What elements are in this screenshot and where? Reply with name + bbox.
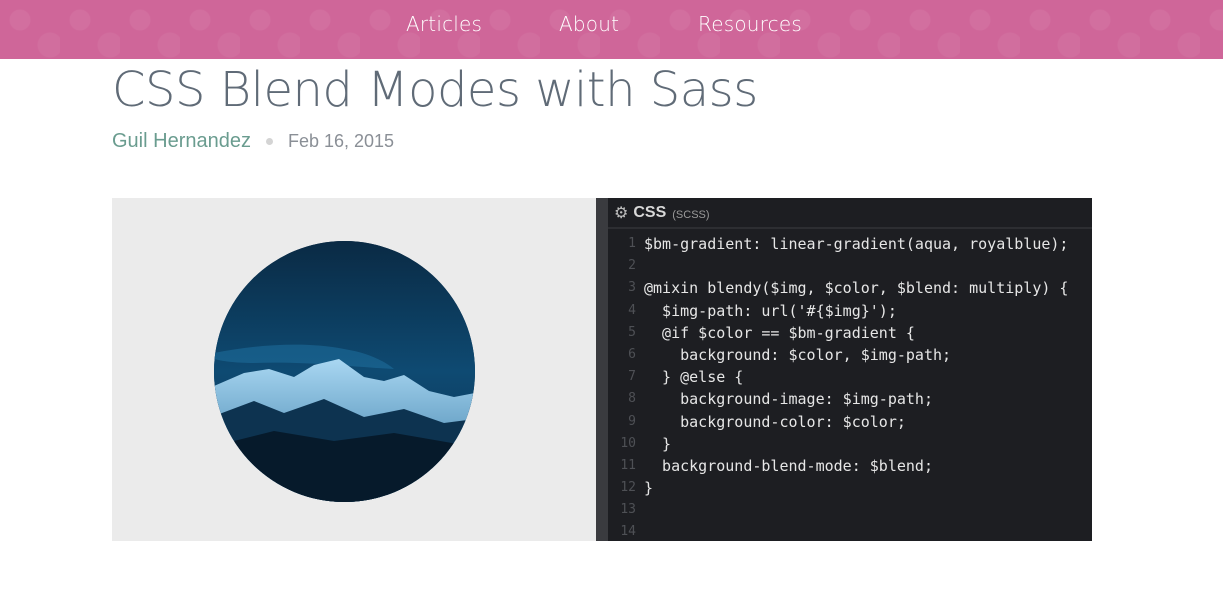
line-number: 2 [628, 258, 636, 274]
line-number: 5 [628, 324, 636, 340]
code-block: 1 $bm-gradient: linear-gradient(aqua, roy… [608, 233, 1092, 541]
code-text: @mixin blendy($img, $color, $blend: mult… [644, 279, 1069, 298]
hero-image: ⚙ CSS (SCSS) 1 $bm-gradient: linear-gradi… [112, 198, 1092, 541]
line-number: 4 [628, 302, 636, 318]
code-line: 12} [608, 477, 1092, 499]
blend-preview-panel [112, 198, 596, 541]
code-text: background: $color, $img-path; [644, 345, 952, 364]
nav-link-resources[interactable]: Resources [698, 12, 802, 36]
code-line: 3 @mixin blendy($img, $color, $blend: mul… [608, 277, 1092, 299]
editor-divider [608, 227, 1092, 229]
code-text: $bm-gradient: linear-gradient(aqua, roya… [644, 235, 1069, 253]
code-text: } [644, 479, 654, 498]
line-number: 11 [620, 457, 636, 473]
line-number: 12 [620, 480, 636, 496]
code-line: 7 } @else { [608, 366, 1092, 388]
code-line: 9 background-color: $color; [608, 411, 1092, 433]
article-title: CSS Blend Modes with Sass [112, 62, 758, 118]
code-text: background-color: $color; [644, 412, 906, 431]
code-text: background-blend-mode: $blend; [644, 456, 933, 475]
meta-separator-dot [265, 137, 273, 145]
editor-language-sublabel: (SCSS) [672, 208, 710, 221]
editor-header: ⚙ CSS (SCSS) [614, 203, 710, 223]
top-navigation: Articles About Resources [0, 0, 1223, 59]
editor-language-label: CSS [633, 204, 667, 221]
code-editor-panel: ⚙ CSS (SCSS) 1 $bm-gradient: linear-gradi… [596, 198, 1092, 541]
editor-side-strip [596, 198, 608, 541]
code-text: $img-path: url('#{$img}'); [644, 301, 897, 320]
code-line: 2 [608, 255, 1092, 277]
code-line: 10 } [608, 433, 1092, 455]
code-text: @if $color == $bm-gradient { [644, 323, 915, 342]
publish-date: Feb 16, 2015 [287, 130, 395, 151]
line-number: 1 [628, 236, 636, 251]
line-number: 14 [620, 524, 636, 540]
code-line: 11 background-blend-mode: $blend; [608, 455, 1092, 477]
nav-link-about[interactable]: About [559, 12, 619, 36]
code-text: background-image: $img-path; [644, 390, 933, 409]
mountain-photo-circle [214, 241, 475, 502]
code-line: 1 $bm-gradient: linear-gradient(aqua, roy… [608, 233, 1092, 255]
code-text: } @else { [644, 368, 744, 387]
code-line: 5 @if $color == $bm-gradient { [608, 322, 1092, 344]
line-number: 8 [628, 391, 636, 407]
line-number: 3 [628, 280, 636, 296]
article-meta: Guil Hernandez Feb 16, 2015 [112, 128, 394, 154]
line-number: 13 [620, 502, 636, 518]
mountain-illustration [214, 241, 475, 502]
article-intro-cutoff [112, 596, 1092, 608]
line-number: 9 [628, 413, 636, 429]
code-line: 8 background-image: $img-path; [608, 388, 1092, 410]
author-link[interactable]: Guil Hernandez [112, 130, 251, 153]
gear-icon: ⚙ [614, 205, 629, 222]
code-line: 14 [608, 521, 1092, 541]
line-number: 10 [620, 435, 636, 451]
code-line: 13 [608, 499, 1092, 521]
line-number: 6 [628, 346, 636, 362]
code-line: 4 $img-path: url('#{$img}'); [608, 300, 1092, 322]
nav-link-articles[interactable]: Articles [406, 12, 482, 36]
code-line: 6 background: $color, $img-path; [608, 344, 1092, 366]
code-text: } [644, 434, 672, 453]
line-number: 7 [628, 369, 636, 385]
